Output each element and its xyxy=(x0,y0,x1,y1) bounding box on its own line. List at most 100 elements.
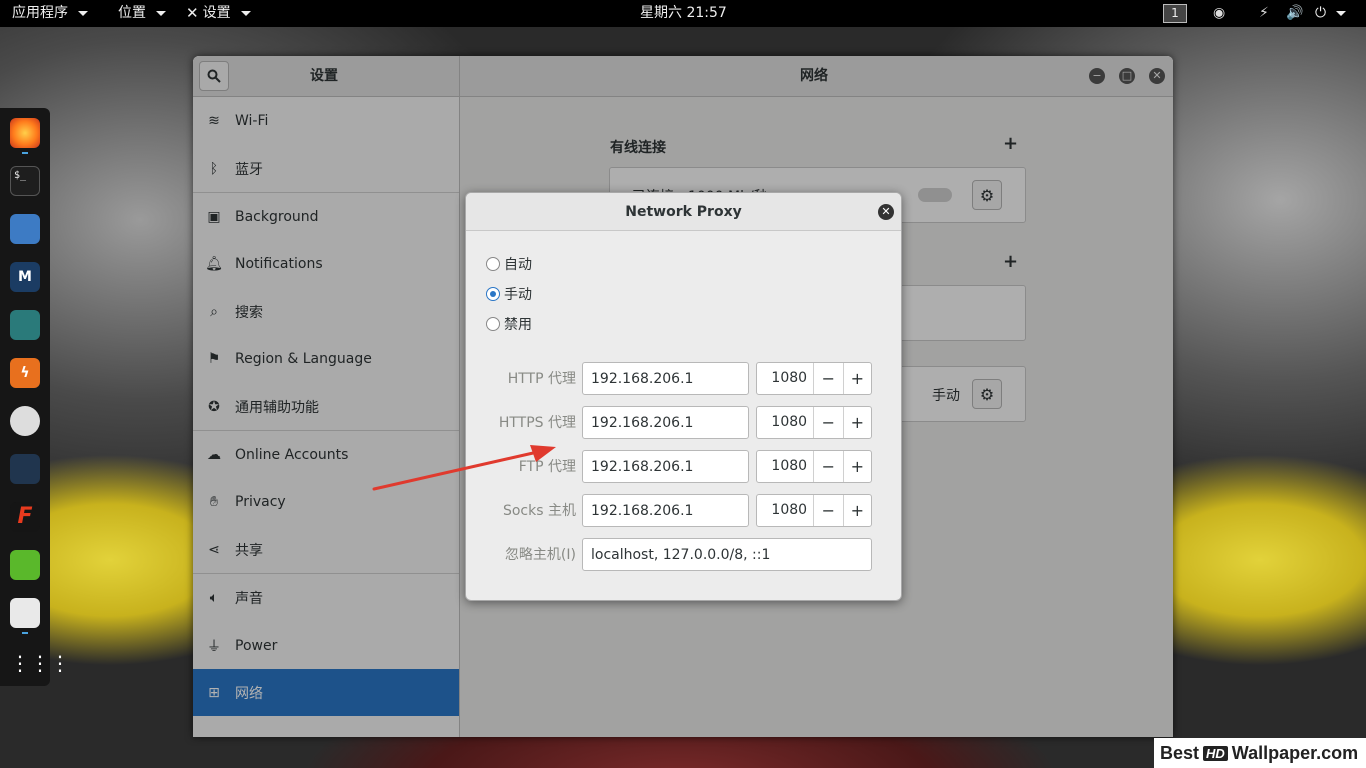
armitage-icon[interactable] xyxy=(10,310,40,340)
places-menu[interactable]: 位置 xyxy=(118,0,166,27)
minimize-button[interactable]: − xyxy=(1089,68,1105,84)
sidebar-item-notifications[interactable]: 🔔︎ Notifications xyxy=(193,240,459,287)
sidebar-header: 设置 xyxy=(193,56,460,97)
sidebar-item-label: Privacy xyxy=(235,493,286,510)
sidebar-item-background[interactable]: ▣ Background xyxy=(193,193,459,240)
speaker-icon: 🔈︎ xyxy=(209,589,219,606)
wired-settings-button[interactable]: ⚙ xyxy=(972,180,1002,210)
faraday-icon[interactable]: F xyxy=(10,502,40,532)
radio-manual[interactable]: 手动 xyxy=(486,284,532,304)
sidebar-item-sharing[interactable]: ⋖ 共享 xyxy=(193,526,459,573)
video-icon[interactable]: ◉ xyxy=(1213,0,1225,27)
tweaks-icon[interactable] xyxy=(10,598,40,628)
dialog-header: Network Proxy ✕ xyxy=(466,193,901,231)
sidebar-item-region[interactable]: ⚑ Region & Language xyxy=(193,335,459,382)
network-proxy-dialog: Network Proxy ✕ 自动 手动 禁用 HTTP 代理 1080 − … xyxy=(465,192,902,601)
increment-button[interactable]: + xyxy=(842,451,871,482)
wifi-icon: ≋ xyxy=(208,112,220,129)
increment-button[interactable]: + xyxy=(842,495,871,526)
http-proxy-label: HTTP 代理 xyxy=(507,371,576,387)
increment-button[interactable]: + xyxy=(842,407,871,438)
running-indicator xyxy=(22,632,28,634)
port-value[interactable]: 1080 xyxy=(757,495,815,526)
increment-button[interactable]: + xyxy=(842,363,871,394)
sidebar-title: 设置 xyxy=(310,68,338,84)
maltego-icon[interactable] xyxy=(10,406,40,436)
sidebar-item-label: 蓝牙 xyxy=(235,161,263,178)
radio-label: 手动 xyxy=(504,287,532,303)
metasploit-icon[interactable]: M xyxy=(10,262,40,292)
proxy-mode-label: 手动 xyxy=(932,388,960,404)
radio-auto[interactable]: 自动 xyxy=(486,254,532,274)
clock[interactable]: 星期六 21:57 xyxy=(640,0,727,27)
main-header: 网络 − □ ✕ xyxy=(460,56,1173,97)
terminal-icon[interactable]: $_ xyxy=(10,166,40,196)
socks-host-input[interactable] xyxy=(582,494,749,527)
volume-icon[interactable]: 🔊 xyxy=(1286,0,1303,27)
sidebar-item-network[interactable]: ⊞ 网络 xyxy=(193,669,459,716)
settings-app-menu-label: 设置 xyxy=(202,5,231,21)
sidebar-item-search[interactable]: ⌕ 搜索 xyxy=(193,288,459,335)
sidebar-item-wifi[interactable]: ≋ Wi-Fi xyxy=(193,97,459,144)
ftp-proxy-host-input[interactable] xyxy=(582,450,749,483)
firefox-icon[interactable] xyxy=(10,118,40,148)
search-button[interactable] xyxy=(199,61,229,91)
decrement-button[interactable]: − xyxy=(814,363,842,394)
radio-button[interactable] xyxy=(486,287,500,301)
sidebar-item-label: Power xyxy=(235,637,278,654)
burpsuite-icon[interactable]: ϟ xyxy=(10,358,40,388)
radio-button[interactable] xyxy=(486,257,500,271)
port-value[interactable]: 1080 xyxy=(757,407,815,438)
http-proxy-port-spinner[interactable]: 1080 − + xyxy=(756,362,872,395)
sidebar-item-bluetooth[interactable]: ᛒ 蓝牙 xyxy=(193,145,459,192)
add-vpn-button[interactable]: + xyxy=(1003,251,1018,272)
flag-icon: ⚑ xyxy=(207,350,221,367)
wired-toggle[interactable] xyxy=(918,188,952,202)
dialog-close-button[interactable]: ✕ xyxy=(878,204,894,220)
https-proxy-port-spinner[interactable]: 1080 − + xyxy=(756,406,872,439)
proxy-settings-button[interactable]: ⚙ xyxy=(972,379,1002,409)
port-value[interactable]: 1080 xyxy=(757,451,815,482)
settings-app-menu[interactable]: ✕ 设置 xyxy=(186,0,251,27)
sidebar-item-accessibility[interactable]: ✪ 通用辅助功能 xyxy=(193,383,459,430)
ftp-proxy-port-spinner[interactable]: 1080 − + xyxy=(756,450,872,483)
applications-menu[interactable]: 应用程序 xyxy=(12,0,88,27)
leafpad-icon[interactable] xyxy=(10,550,40,580)
cloud-icon: ☁ xyxy=(207,446,221,463)
socks-port-spinner[interactable]: 1080 − + xyxy=(756,494,872,527)
port-value[interactable]: 1080 xyxy=(757,363,815,394)
page-title: 网络 xyxy=(800,68,828,84)
close-button[interactable]: ✕ xyxy=(1149,68,1165,84)
system-menu[interactable]: ⏻ xyxy=(1315,0,1347,27)
workspace-indicator[interactable]: 1 xyxy=(1163,4,1187,23)
https-proxy-host-input[interactable] xyxy=(582,406,749,439)
radio-label: 自动 xyxy=(504,257,532,273)
maximize-button[interactable]: □ xyxy=(1119,68,1135,84)
files-icon[interactable] xyxy=(10,214,40,244)
radio-button[interactable] xyxy=(486,317,500,331)
top-bar: 应用程序 位置 ✕ 设置 星期六 21:57 1 ◉ ⚡ 🔊 ⏻ xyxy=(0,0,1366,27)
sidebar-item-sound[interactable]: 🔈︎ 声音 xyxy=(193,574,459,621)
decrement-button[interactable]: − xyxy=(814,495,842,526)
add-wired-button[interactable]: + xyxy=(1003,133,1018,154)
share-icon: ⋖ xyxy=(208,541,220,558)
http-proxy-host-input[interactable] xyxy=(582,362,749,395)
search-icon: ⌕ xyxy=(210,303,218,320)
tools-icon: ✕ xyxy=(186,4,199,22)
network-tray-icon[interactable]: ⚡ xyxy=(1259,0,1269,27)
ignore-hosts-input[interactable] xyxy=(582,538,872,571)
background-icon: ▣ xyxy=(207,208,221,225)
decrement-button[interactable]: − xyxy=(814,451,842,482)
sidebar-item-label: Region & Language xyxy=(235,350,372,367)
radio-disabled[interactable]: 禁用 xyxy=(486,314,532,334)
show-apps-icon[interactable]: ⋮⋮⋮ xyxy=(10,648,70,678)
power-icon: ⏻ xyxy=(1315,5,1327,21)
wired-section-title: 有线连接 xyxy=(610,140,666,156)
gear-icon: ⚙ xyxy=(979,185,995,205)
ignore-hosts-label: 忽略主机(I) xyxy=(504,547,576,563)
sidebar-item-label: 网络 xyxy=(235,685,263,702)
beef-icon[interactable] xyxy=(10,454,40,484)
bell-icon: 🔔︎ xyxy=(205,255,223,272)
sidebar-item-power[interactable]: ⏚ Power xyxy=(193,622,459,669)
decrement-button[interactable]: − xyxy=(814,407,842,438)
